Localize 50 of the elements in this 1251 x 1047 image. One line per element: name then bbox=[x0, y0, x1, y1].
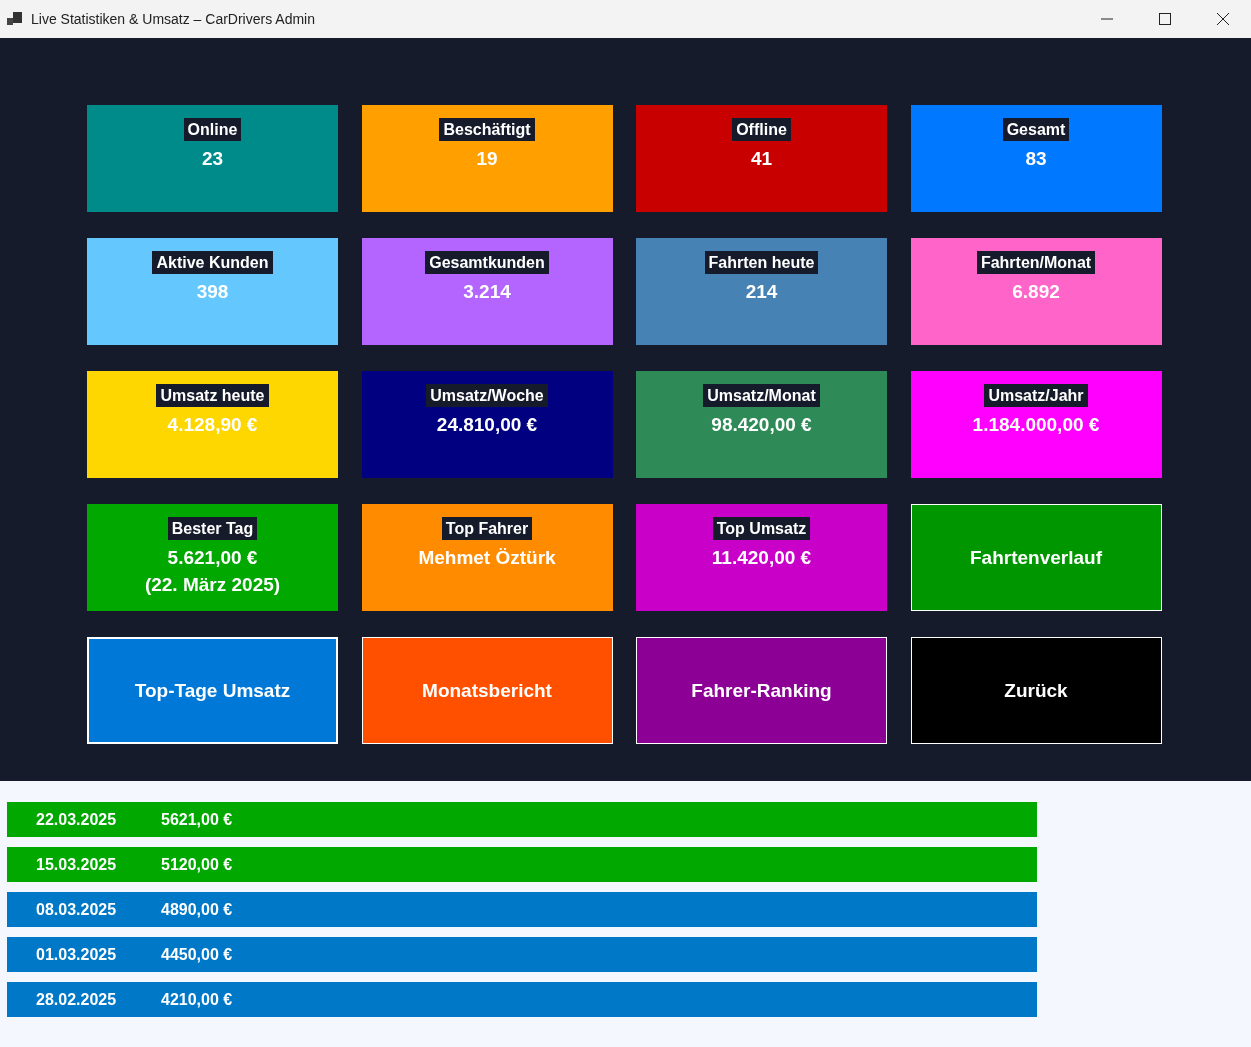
stat-label: Top Umsatz bbox=[712, 517, 811, 540]
stat-label: Offline bbox=[732, 118, 791, 141]
day-amount: 5621,00 € bbox=[161, 810, 233, 829]
stat-value: 398 bbox=[196, 280, 229, 304]
day-amount: 5120,00 € bbox=[161, 855, 233, 874]
nav-button[interactable]: Top-Tage Umsatz bbox=[87, 637, 338, 744]
stat-label: Umsatz/Jahr bbox=[984, 384, 1088, 407]
stat-label: Online bbox=[183, 118, 242, 141]
stat-label: Umsatz heute bbox=[156, 384, 269, 407]
stat-label: Gesamt bbox=[1002, 118, 1070, 141]
stat-value: 1.184.000,00 € bbox=[972, 413, 1100, 437]
app-icon bbox=[7, 12, 23, 26]
stat-label: Top Fahrer bbox=[441, 517, 533, 540]
day-date: 28.02.2025 bbox=[36, 990, 118, 1009]
nav-button[interactable]: Fahrer-Ranking bbox=[636, 637, 887, 744]
stat-value: 83 bbox=[1025, 147, 1047, 171]
stat-value: 4.128,90 € bbox=[167, 413, 258, 437]
stat-value: 5.621,00 € bbox=[167, 546, 258, 570]
nav-button[interactable]: Fahrtenverlauf bbox=[910, 504, 1162, 611]
stat-label: Bester Tag bbox=[167, 517, 258, 540]
day-date: 15.03.2025 bbox=[36, 855, 118, 874]
stat-value: 19 bbox=[476, 147, 498, 171]
maximize-icon[interactable] bbox=[1159, 13, 1171, 25]
stat-value: 214 bbox=[745, 280, 778, 304]
stat-value: 11.420,00 € bbox=[711, 546, 812, 570]
stat-label: Fahrten/Monat bbox=[976, 251, 1096, 274]
day-date: 08.03.2025 bbox=[36, 900, 118, 919]
stat-value: 3.214 bbox=[463, 280, 511, 304]
stat-label: Gesamtkunden bbox=[425, 251, 549, 274]
stat-value: Mehmet Öztürk bbox=[418, 546, 556, 570]
stat-value: 23 bbox=[201, 147, 224, 171]
stat-value: 6.892 bbox=[1012, 280, 1060, 304]
day-date: 01.03.2025 bbox=[36, 945, 118, 964]
stat-value: 24.810,00 € bbox=[436, 413, 538, 437]
stat-label: Beschäftigt bbox=[439, 118, 535, 141]
stat-label: Umsatz/Monat bbox=[703, 384, 820, 407]
window-title: Live Statistiken & Umsatz – CarDrivers Admin bbox=[31, 11, 315, 27]
stat-value: 41 bbox=[750, 147, 773, 171]
day-amount: 4450,00 € bbox=[161, 945, 233, 964]
day-amount: 4890,00 € bbox=[161, 900, 233, 919]
close-icon[interactable] bbox=[1217, 13, 1229, 25]
day-amount: 4210,00 € bbox=[161, 990, 233, 1009]
day-date: 22.03.2025 bbox=[36, 810, 118, 829]
stat-label: Fahrten heute bbox=[704, 251, 819, 274]
nav-button[interactable]: Zurück bbox=[910, 637, 1162, 744]
stat-value: 98.420,00 € bbox=[711, 413, 812, 437]
stat-value: (22. März 2025) bbox=[144, 573, 281, 597]
stat-label: Umsatz/Woche bbox=[426, 384, 548, 407]
stat-label: Aktive Kunden bbox=[152, 251, 273, 274]
nav-button[interactable]: Monatsbericht bbox=[361, 637, 613, 744]
